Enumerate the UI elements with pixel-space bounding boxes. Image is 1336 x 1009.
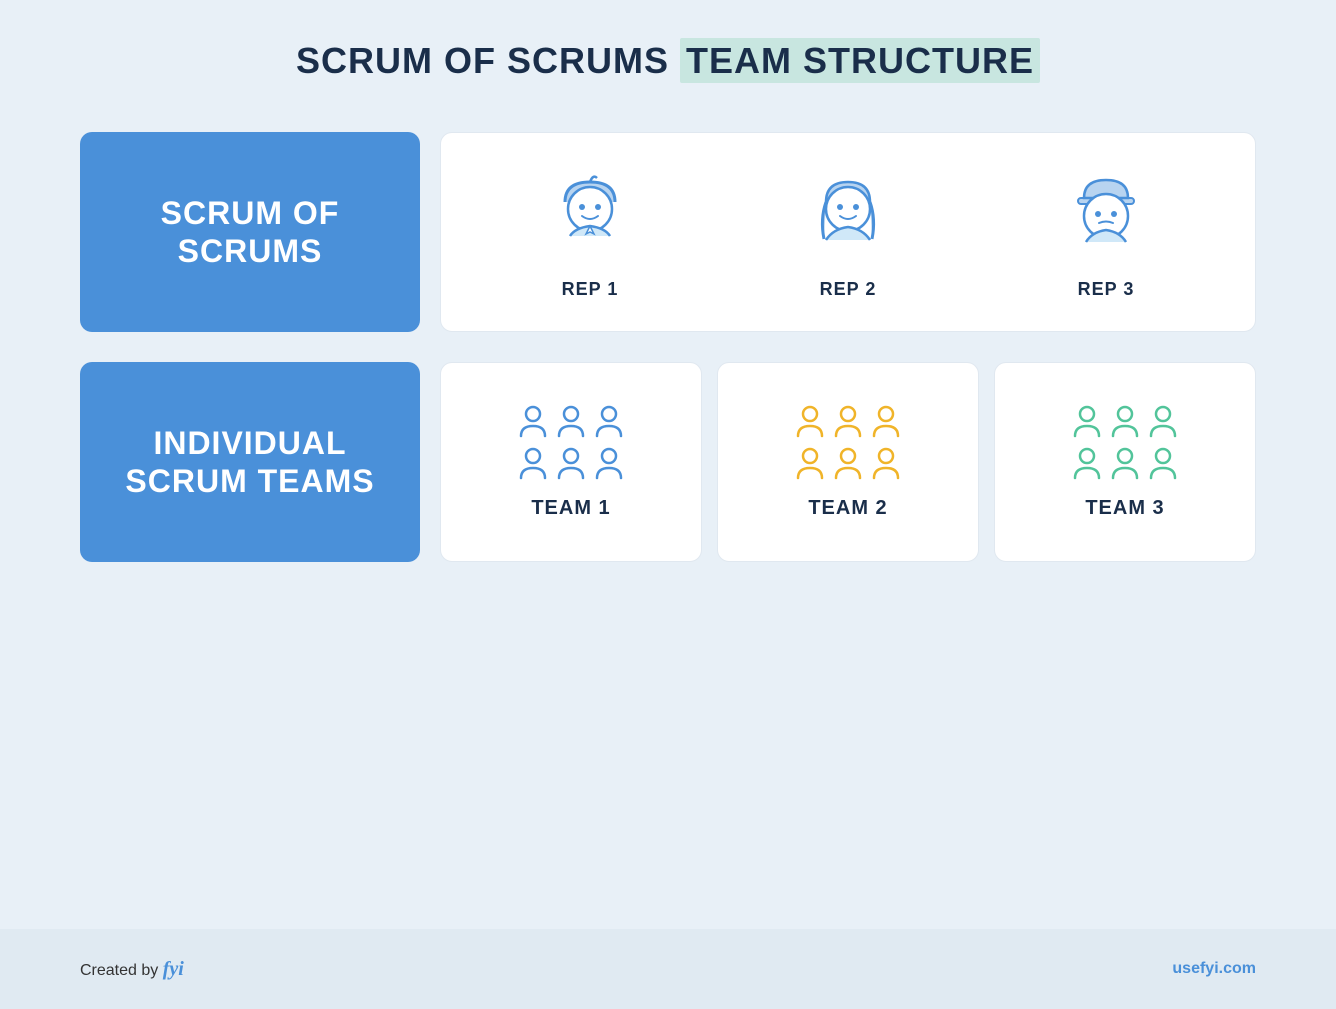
footer-brand: fyi xyxy=(163,958,184,980)
team1-label: TEAM 1 xyxy=(531,497,610,520)
scrum-of-scrums-label-box: SCRUM OFSCRUMS xyxy=(80,132,420,332)
footer: Created by fyi usefyi.com xyxy=(0,929,1336,1009)
scrum-of-scrums-label: SCRUM OFSCRUMS xyxy=(161,194,340,271)
team-cards-container: TEAM 1 xyxy=(440,362,1256,562)
individual-scrum-teams-label: INDIVIDUALSCRUM TEAMS xyxy=(125,424,374,501)
team2-person-icon xyxy=(870,446,902,482)
rows-container: SCRUM OFSCRUMS xyxy=(80,132,1256,562)
rep3-icon xyxy=(1056,164,1156,264)
rep1-icon xyxy=(540,164,640,264)
team3-label: TEAM 3 xyxy=(1085,497,1164,520)
team3-person-icon xyxy=(1147,446,1179,482)
team3-icons-grid xyxy=(1071,404,1179,482)
team1-person-icon xyxy=(555,404,587,440)
team3-person-icon xyxy=(1109,446,1141,482)
team2-person-icon xyxy=(794,404,826,440)
individual-scrum-teams-row: INDIVIDUALSCRUM TEAMS xyxy=(80,362,1256,562)
individual-scrum-teams-label-box: INDIVIDUALSCRUM TEAMS xyxy=(80,362,420,562)
scrum-of-scrums-row: SCRUM OFSCRUMS xyxy=(80,132,1256,332)
team2-icons-grid xyxy=(794,404,902,482)
team3-card: TEAM 3 xyxy=(994,362,1256,562)
footer-created-by: Created by fyi xyxy=(80,958,184,981)
team1-person-icon xyxy=(555,446,587,482)
team1-person-icon xyxy=(517,446,549,482)
team2-label: TEAM 2 xyxy=(808,497,887,520)
team2-person-icon xyxy=(832,404,864,440)
team2-card: TEAM 2 xyxy=(717,362,979,562)
team3-person-icon xyxy=(1109,404,1141,440)
footer-website: usefyi.com xyxy=(1172,960,1256,978)
main-content: SCRUM OF SCRUMS TEAM STRUCTURE SCRUM OFS… xyxy=(0,0,1336,929)
rep3-card: REP 3 xyxy=(1056,164,1156,300)
team1-person-icon xyxy=(593,404,625,440)
team2-person-icon xyxy=(870,404,902,440)
team1-person-icon xyxy=(517,404,549,440)
team1-icons-grid xyxy=(517,404,625,482)
team2-person-icon xyxy=(832,446,864,482)
team1-person-icon xyxy=(593,446,625,482)
team2-person-icon xyxy=(794,446,826,482)
rep3-label: REP 3 xyxy=(1078,279,1135,300)
team3-person-icon xyxy=(1071,446,1103,482)
team3-person-icon xyxy=(1071,404,1103,440)
team3-person-icon xyxy=(1147,404,1179,440)
title-part1: SCRUM OF SCRUMS xyxy=(296,40,669,81)
rep2-card: REP 2 xyxy=(798,164,898,300)
reps-cards-container: REP 1 xyxy=(440,132,1256,332)
rep1-label: REP 1 xyxy=(562,279,619,300)
rep2-icon xyxy=(798,164,898,264)
rep1-card: REP 1 xyxy=(540,164,640,300)
rep2-label: REP 2 xyxy=(820,279,877,300)
title-part2: TEAM STRUCTURE xyxy=(680,38,1040,83)
page-title: SCRUM OF SCRUMS TEAM STRUCTURE xyxy=(296,40,1040,82)
team1-card: TEAM 1 xyxy=(440,362,702,562)
